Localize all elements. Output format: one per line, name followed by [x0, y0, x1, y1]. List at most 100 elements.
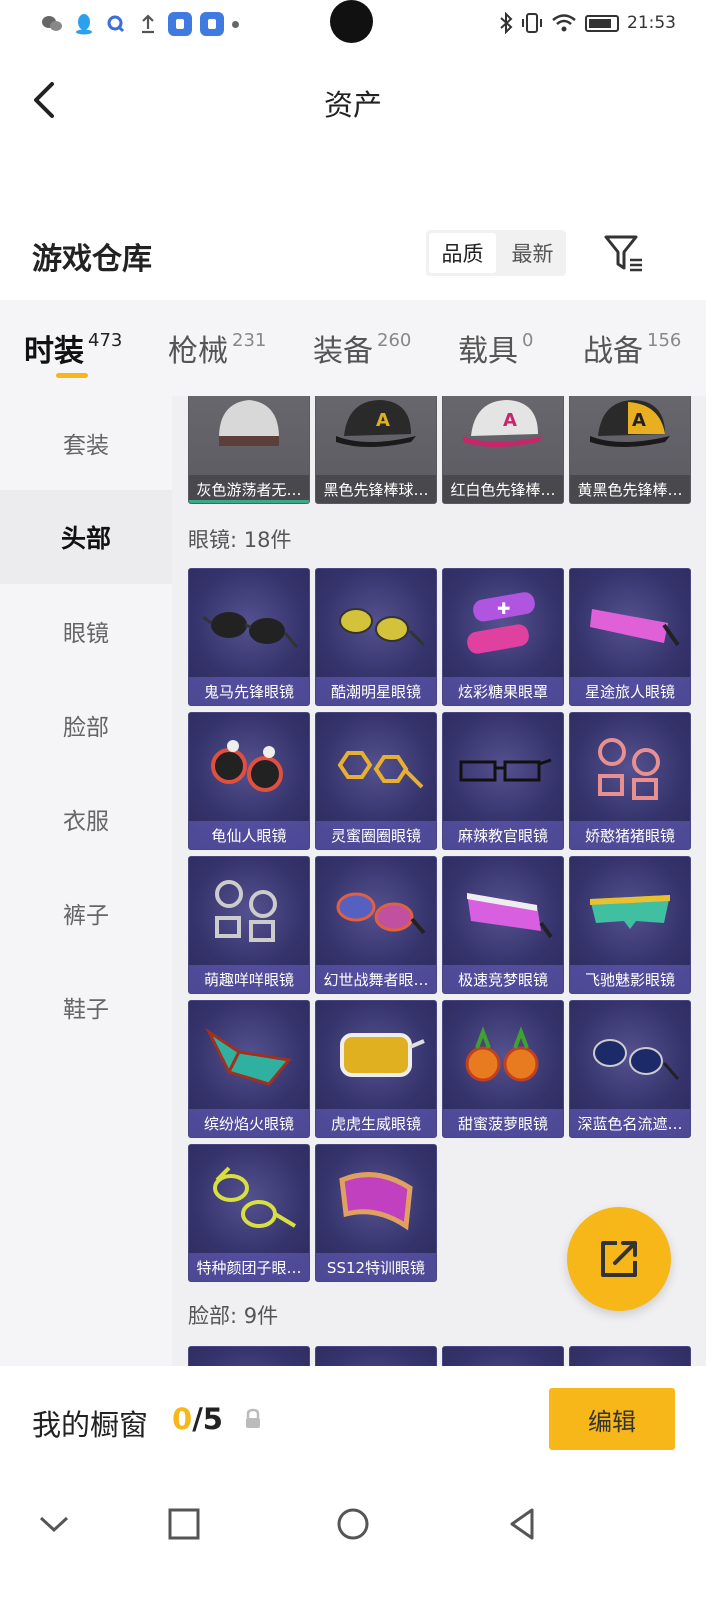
glasses-image: [326, 1155, 426, 1247]
item-card[interactable]: 灰色游荡者无…: [188, 396, 310, 504]
square-icon[interactable]: [164, 1504, 204, 1544]
item-name: 虎虎生威眼镜: [316, 1109, 436, 1137]
tab-count: 473: [88, 330, 123, 351]
circle-icon[interactable]: [333, 1504, 373, 1544]
camera-cutout: [330, 0, 373, 43]
item-card[interactable]: A 红白色先锋棒…: [442, 396, 564, 504]
tab-label: 枪械: [168, 334, 228, 369]
edit-button[interactable]: 编辑: [549, 1388, 675, 1450]
notification-icons: [40, 12, 239, 36]
item-card[interactable]: 龟仙人眼镜: [188, 712, 310, 850]
item-card[interactable]: [315, 1346, 437, 1366]
tab-count: 231: [232, 330, 267, 351]
sidebar-item-outfit[interactable]: 套装: [0, 396, 172, 490]
sort-quality-option[interactable]: 品质: [429, 233, 496, 273]
item-card[interactable]: 酷潮明星眼镜: [315, 568, 437, 706]
svg-text:A: A: [632, 410, 646, 431]
item-name: 红白色先锋棒…: [443, 475, 563, 503]
tab-vehicles[interactable]: 载具 0: [458, 326, 533, 370]
upload-icon: [136, 12, 160, 36]
triangle-back-icon[interactable]: [502, 1504, 542, 1544]
item-name: SS12特训眼镜: [316, 1253, 436, 1281]
glasses-image: [580, 723, 680, 815]
sidebar-item-glasses[interactable]: 眼镜: [0, 584, 172, 678]
tab-label: 装备: [313, 334, 373, 369]
item-name: 甜蜜菠萝眼镜: [443, 1109, 563, 1137]
clock: 21:53: [627, 13, 676, 33]
item-card[interactable]: 缤纷焰火眼镜: [188, 1000, 310, 1138]
glasses-image: [199, 579, 299, 671]
item-card[interactable]: 星途旅人眼镜: [569, 568, 691, 706]
bluetooth-icon: [500, 12, 513, 34]
section-heading-glasses: 眼镜: 18件: [188, 528, 292, 552]
item-name: 幻世战舞者眼…: [316, 965, 436, 993]
tab-equipment[interactable]: 装备 260: [313, 326, 411, 370]
system-nav-bar: [0, 1476, 706, 1568]
item-card[interactable]: 麻辣教官眼镜: [442, 712, 564, 850]
tab-fashion[interactable]: 时装 473: [24, 326, 122, 370]
item-card[interactable]: 虎虎生威眼镜: [315, 1000, 437, 1138]
tab-battle-prep[interactable]: 战备 156: [583, 326, 681, 370]
svg-text:A: A: [376, 410, 390, 431]
glasses-image: [580, 579, 680, 671]
item-card[interactable]: 鬼马先锋眼镜: [188, 568, 310, 706]
hat-image: [199, 396, 299, 469]
sort-newest-option[interactable]: 最新: [499, 230, 566, 276]
tab-guns[interactable]: 枪械 231: [168, 326, 266, 370]
tab-label: 载具: [458, 334, 518, 369]
item-card[interactable]: ✚ 炫彩糖果眼罩: [442, 568, 564, 706]
item-card[interactable]: [188, 1346, 310, 1366]
item-card[interactable]: [442, 1346, 564, 1366]
item-card[interactable]: [569, 1346, 691, 1366]
item-card[interactable]: 幻世战舞者眼…: [315, 856, 437, 994]
cap-image: A: [580, 396, 680, 469]
qq-icon: [72, 12, 96, 36]
showcase-title: 我的橱窗: [32, 1408, 149, 1442]
item-card[interactable]: 深蓝色名流遮…: [569, 1000, 691, 1138]
sidebar-item-shoes[interactable]: 鞋子: [0, 960, 172, 1054]
tab-count: 0: [522, 330, 534, 351]
item-name: 灵蜜圈圈眼镜: [316, 821, 436, 849]
item-card[interactable]: 甜蜜菠萝眼镜: [442, 1000, 564, 1138]
sidebar-item-head[interactable]: 头部: [0, 490, 172, 584]
sidebar-item-clothes[interactable]: 衣服: [0, 772, 172, 866]
item-name: 灰色游荡者无…: [189, 475, 309, 503]
item-name: 飞驰魅影眼镜: [570, 965, 690, 993]
tab-count: 156: [647, 330, 682, 351]
item-card[interactable]: 特种颜团子眼…: [188, 1144, 310, 1282]
glasses-image: [326, 579, 426, 671]
cap-image: A: [453, 396, 553, 469]
item-card[interactable]: 极速竞梦眼镜: [442, 856, 564, 994]
title-bar: 资产: [0, 64, 706, 134]
vibrate-icon: [522, 13, 542, 33]
item-card[interactable]: 萌趣咩咩眼镜: [188, 856, 310, 994]
category-tabs: 时装 473 枪械 231 装备 260 载具 0 战备 156: [0, 300, 706, 396]
item-card[interactable]: 飞驰魅影眼镜: [569, 856, 691, 994]
chevron-down-icon[interactable]: [34, 1504, 74, 1544]
wechat-icon: [40, 12, 64, 36]
item-card[interactable]: 娇憨猪猪眼镜: [569, 712, 691, 850]
glasses-image: [453, 867, 553, 959]
item-card[interactable]: A 黑色先锋棒球…: [315, 396, 437, 504]
glasses-image: [580, 1011, 680, 1103]
share-button[interactable]: [567, 1207, 671, 1311]
battery-icon: [585, 14, 619, 32]
section-heading-face: 脸部: 9件: [188, 1304, 279, 1328]
sidebar-item-pants[interactable]: 裤子: [0, 866, 172, 960]
sidebar-item-face[interactable]: 脸部: [0, 678, 172, 772]
showcase-count: 0/5: [172, 1402, 223, 1436]
share-icon: [601, 1241, 637, 1277]
tab-count: 260: [377, 330, 412, 351]
item-name: 黑色先锋棒球…: [316, 475, 436, 503]
glasses-image: ✚: [453, 579, 553, 671]
item-name: 极速竞梦眼镜: [443, 965, 563, 993]
filter-icon[interactable]: [602, 232, 646, 274]
item-rarity-bar: [189, 500, 309, 503]
item-card[interactable]: 灵蜜圈圈眼镜: [315, 712, 437, 850]
showcase-current: 0: [172, 1402, 193, 1436]
glasses-image: [199, 1155, 299, 1247]
item-card[interactable]: A 黄黑色先锋棒…: [569, 396, 691, 504]
item-card[interactable]: SS12特训眼镜: [315, 1144, 437, 1282]
lock-icon: [244, 1408, 262, 1430]
svg-text:A: A: [503, 410, 517, 431]
